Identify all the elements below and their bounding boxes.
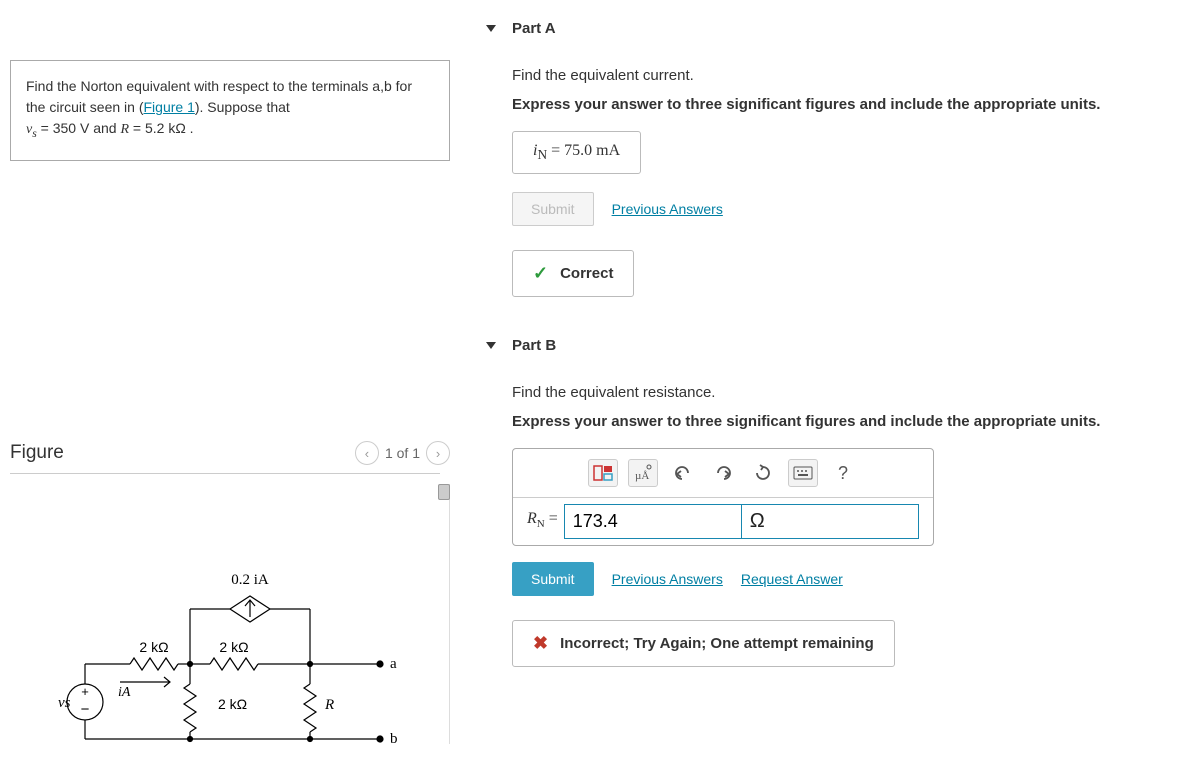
part-a-answer-display: iN = 75.0 mA xyxy=(512,131,641,174)
ia-label: iA xyxy=(118,685,131,700)
iN-value: 75.0 mA xyxy=(564,142,620,159)
svg-text:+: + xyxy=(81,684,89,699)
r-top2-label: 2 kΩ xyxy=(219,639,248,655)
dep-src-label: 0.2 iA xyxy=(231,572,269,588)
figure-divider xyxy=(10,473,440,474)
part-b-header[interactable]: Part B xyxy=(480,337,1190,354)
r-mid-label: 2 kΩ xyxy=(218,696,247,712)
circuit-diagram: + − 0.2 iA 2 kΩ 2 kΩ 2 kΩ R iA vs a b xyxy=(50,544,410,764)
problem-statement: Find the Norton equivalent with respect … xyxy=(10,60,450,161)
problem-text-2: ). Suppose that xyxy=(195,99,290,115)
figure-panel: + − 0.2 iA 2 kΩ 2 kΩ 2 kΩ R iA vs a b xyxy=(10,484,450,744)
figure-scrollbar[interactable] xyxy=(438,484,450,500)
part-a-feedback-text: Correct xyxy=(560,265,613,282)
part-b-value-input[interactable] xyxy=(564,504,742,539)
vs-label: vs xyxy=(58,695,71,711)
caret-down-icon xyxy=(486,25,496,32)
figure-link[interactable]: Figure 1 xyxy=(144,99,195,115)
part-a-previous-answers-link[interactable]: Previous Answers xyxy=(612,201,723,217)
figure-heading: Figure xyxy=(10,442,64,464)
svg-text:−: − xyxy=(81,701,90,718)
part-b-submit-button[interactable]: Submit xyxy=(512,562,594,596)
part-b-hint: Express your answer to three significant… xyxy=(512,413,1190,430)
cross-icon: ✖ xyxy=(533,633,548,654)
caret-down-icon xyxy=(486,342,496,349)
vs-eq: = 350 V and xyxy=(37,120,121,136)
check-icon: ✓ xyxy=(533,263,548,284)
figure-next-button[interactable]: › xyxy=(426,441,450,465)
figure-prev-button[interactable]: ‹ xyxy=(355,441,379,465)
R-label: R xyxy=(324,697,334,713)
iN-sub: N xyxy=(537,147,547,162)
part-b-feedback: ✖ Incorrect; Try Again; One attempt rema… xyxy=(512,620,895,667)
terminal-b: b xyxy=(390,731,398,747)
part-b-answer-panel: µÅ ? xyxy=(512,448,934,546)
part-a-header[interactable]: Part A xyxy=(480,20,1190,37)
reset-icon[interactable] xyxy=(748,459,778,487)
part-b-unit-input[interactable]: Ω xyxy=(742,504,919,539)
undo-icon[interactable] xyxy=(668,459,698,487)
iN-eq: = xyxy=(547,142,564,159)
part-b-prompt: Find the equivalent resistance. xyxy=(512,384,1190,401)
part-a-prompt: Find the equivalent current. xyxy=(512,67,1190,84)
answer-toolbar: µÅ ? xyxy=(513,449,933,497)
part-b-title: Part B xyxy=(512,337,556,354)
templates-icon[interactable] xyxy=(588,459,618,487)
part-b-previous-answers-link[interactable]: Previous Answers xyxy=(612,571,723,587)
xup-icon[interactable]: µÅ xyxy=(628,459,658,487)
part-a-submit-button: Submit xyxy=(512,192,594,226)
redo-icon[interactable] xyxy=(708,459,738,487)
r-var: R xyxy=(120,122,129,137)
r-top1-label: 2 kΩ xyxy=(139,639,168,655)
part-a-title: Part A xyxy=(512,20,556,37)
svg-text:µÅ: µÅ xyxy=(635,470,649,482)
r-eq: = 5.2 kΩ . xyxy=(129,120,194,136)
help-icon[interactable]: ? xyxy=(828,459,858,487)
part-a-feedback: ✓ Correct xyxy=(512,250,634,297)
keyboard-icon[interactable] xyxy=(788,459,818,487)
part-b-request-answer-link[interactable]: Request Answer xyxy=(741,571,843,587)
RN-label: RN = xyxy=(513,498,564,545)
figure-pager: 1 of 1 xyxy=(385,445,420,461)
part-a-hint: Express your answer to three significant… xyxy=(512,96,1190,113)
terminal-a: a xyxy=(390,656,397,672)
part-b-feedback-text: Incorrect; Try Again; One attempt remain… xyxy=(560,635,874,652)
